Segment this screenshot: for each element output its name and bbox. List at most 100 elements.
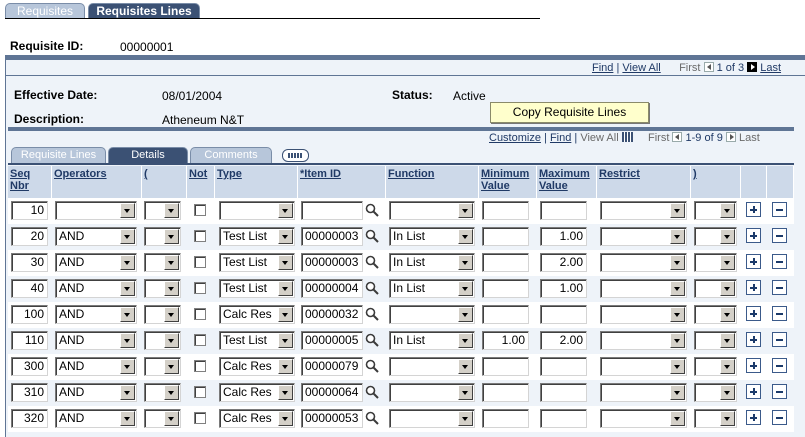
chevron-down-icon[interactable] bbox=[670, 229, 685, 244]
chevron-down-icon[interactable] bbox=[720, 359, 735, 374]
restrict-select[interactable] bbox=[600, 279, 687, 298]
minimum-value-input[interactable] bbox=[482, 383, 529, 402]
item-id-input[interactable]: 00000064 bbox=[301, 383, 363, 402]
type-select[interactable]: Test List bbox=[219, 279, 295, 298]
right-paren-select[interactable] bbox=[694, 331, 737, 350]
right-paren-select[interactable] bbox=[694, 227, 737, 246]
add-row-icon[interactable] bbox=[746, 384, 761, 399]
chevron-down-icon[interactable] bbox=[278, 385, 293, 400]
grid-download-icon[interactable] bbox=[621, 132, 633, 142]
type-select[interactable]: Calc Res bbox=[219, 305, 295, 324]
operator-select[interactable]: AND bbox=[55, 331, 137, 350]
chevron-down-icon[interactable] bbox=[278, 203, 293, 218]
left-paren-select[interactable] bbox=[144, 383, 181, 402]
delete-row-icon[interactable] bbox=[772, 384, 787, 399]
minimum-value-input[interactable]: 1.00 bbox=[482, 331, 529, 350]
function-select[interactable]: In List bbox=[389, 253, 475, 272]
chevron-down-icon[interactable] bbox=[458, 359, 473, 374]
left-paren-select[interactable] bbox=[144, 409, 181, 428]
outer-next-icon[interactable] bbox=[747, 62, 758, 72]
minimum-value-input[interactable] bbox=[482, 227, 529, 246]
operator-select[interactable]: AND bbox=[55, 227, 137, 246]
item-id-input[interactable]: 00000003 bbox=[301, 253, 363, 272]
seq-nbr-input[interactable]: 20 bbox=[11, 227, 48, 246]
col-type[interactable]: Type bbox=[215, 166, 298, 198]
left-paren-select[interactable] bbox=[144, 357, 181, 376]
chevron-down-icon[interactable] bbox=[720, 411, 735, 426]
chevron-down-icon[interactable] bbox=[164, 229, 179, 244]
maximum-value-input[interactable] bbox=[540, 409, 587, 428]
item-lookup-icon[interactable] bbox=[365, 359, 379, 373]
right-paren-select[interactable] bbox=[694, 279, 737, 298]
chevron-down-icon[interactable] bbox=[458, 385, 473, 400]
chevron-down-icon[interactable] bbox=[164, 333, 179, 348]
chevron-down-icon[interactable] bbox=[164, 203, 179, 218]
add-row-icon[interactable] bbox=[746, 280, 761, 295]
left-paren-select[interactable] bbox=[144, 331, 181, 350]
grid-view-all-link[interactable]: View All bbox=[580, 132, 618, 144]
outer-prev-icon[interactable] bbox=[703, 62, 714, 72]
left-paren-select[interactable] bbox=[144, 201, 181, 220]
item-id-input[interactable]: 00000079 bbox=[301, 357, 363, 376]
not-checkbox[interactable] bbox=[194, 282, 206, 294]
seq-nbr-input[interactable]: 10 bbox=[11, 201, 48, 220]
function-select[interactable]: In List bbox=[389, 279, 475, 298]
item-lookup-icon[interactable] bbox=[365, 385, 379, 399]
chevron-down-icon[interactable] bbox=[720, 255, 735, 270]
seq-nbr-input[interactable]: 320 bbox=[11, 409, 48, 428]
seq-nbr-input[interactable]: 40 bbox=[11, 279, 48, 298]
item-id-input[interactable]: 00000053 bbox=[301, 409, 363, 428]
function-select[interactable] bbox=[389, 383, 475, 402]
outer-last-link[interactable]: Last bbox=[760, 62, 781, 74]
item-lookup-icon[interactable] bbox=[365, 411, 379, 425]
chevron-down-icon[interactable] bbox=[720, 229, 735, 244]
chevron-down-icon[interactable] bbox=[720, 203, 735, 218]
grid-tab-details[interactable]: Details bbox=[108, 147, 188, 163]
seq-nbr-input[interactable]: 30 bbox=[11, 253, 48, 272]
operator-select[interactable]: AND bbox=[55, 383, 137, 402]
outer-find-link[interactable]: Find bbox=[592, 62, 613, 74]
maximum-value-input[interactable] bbox=[540, 383, 587, 402]
show-all-columns-icon[interactable] bbox=[282, 149, 309, 162]
minimum-value-input[interactable] bbox=[482, 357, 529, 376]
add-row-icon[interactable] bbox=[746, 202, 761, 217]
chevron-down-icon[interactable] bbox=[164, 307, 179, 322]
right-paren-select[interactable] bbox=[694, 305, 737, 324]
chevron-down-icon[interactable] bbox=[278, 359, 293, 374]
chevron-down-icon[interactable] bbox=[720, 385, 735, 400]
restrict-select[interactable] bbox=[600, 227, 687, 246]
right-paren-select[interactable] bbox=[694, 201, 737, 220]
restrict-select[interactable] bbox=[600, 383, 687, 402]
delete-row-icon[interactable] bbox=[772, 358, 787, 373]
grid-tab-comments[interactable]: Comments bbox=[190, 147, 272, 163]
not-checkbox[interactable] bbox=[194, 308, 206, 320]
chevron-down-icon[interactable] bbox=[120, 333, 135, 348]
tab-requisites[interactable]: Requisites bbox=[5, 3, 85, 19]
function-select[interactable]: In List bbox=[389, 227, 475, 246]
function-select[interactable] bbox=[389, 357, 475, 376]
not-checkbox[interactable] bbox=[194, 386, 206, 398]
function-select[interactable] bbox=[389, 409, 475, 428]
add-row-icon[interactable] bbox=[746, 358, 761, 373]
delete-row-icon[interactable] bbox=[772, 332, 787, 347]
maximum-value-input[interactable] bbox=[540, 357, 587, 376]
item-lookup-icon[interactable] bbox=[365, 203, 379, 217]
seq-nbr-input[interactable]: 300 bbox=[11, 357, 48, 376]
chevron-down-icon[interactable] bbox=[670, 203, 685, 218]
chevron-down-icon[interactable] bbox=[120, 281, 135, 296]
chevron-down-icon[interactable] bbox=[120, 385, 135, 400]
chevron-down-icon[interactable] bbox=[278, 229, 293, 244]
chevron-down-icon[interactable] bbox=[670, 281, 685, 296]
seq-nbr-input[interactable]: 100 bbox=[11, 305, 48, 324]
restrict-select[interactable] bbox=[600, 357, 687, 376]
chevron-down-icon[interactable] bbox=[120, 359, 135, 374]
not-checkbox[interactable] bbox=[194, 230, 206, 242]
delete-row-icon[interactable] bbox=[772, 410, 787, 425]
chevron-down-icon[interactable] bbox=[278, 333, 293, 348]
chevron-down-icon[interactable] bbox=[458, 203, 473, 218]
add-row-icon[interactable] bbox=[746, 306, 761, 321]
col-right-paren[interactable]: ) bbox=[691, 166, 741, 198]
function-select[interactable]: In List bbox=[389, 331, 475, 350]
item-id-input[interactable] bbox=[301, 201, 363, 220]
right-paren-select[interactable] bbox=[694, 409, 737, 428]
